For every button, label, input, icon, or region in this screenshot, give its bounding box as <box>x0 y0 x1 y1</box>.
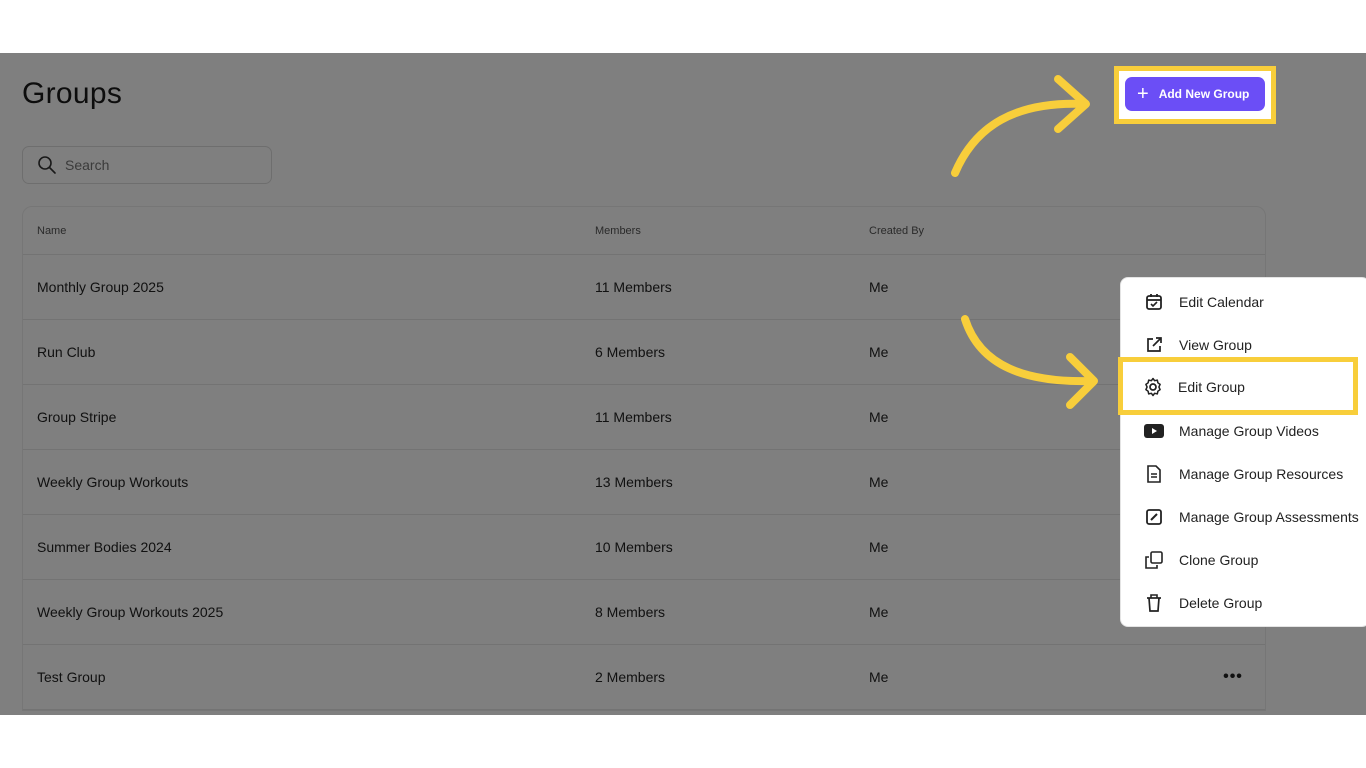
table-row[interactable]: Weekly Group Workouts 13 Members Me <box>23 450 1265 515</box>
search-icon <box>37 155 57 175</box>
group-created-by: Me <box>869 279 889 295</box>
video-icon <box>1143 420 1165 442</box>
group-created-by: Me <box>869 539 889 555</box>
page-title: Groups <box>22 77 123 110</box>
group-name[interactable]: Test Group <box>37 669 105 685</box>
add-new-group-button[interactable]: + Add New Group <box>1125 77 1265 111</box>
column-header-name[interactable]: Name <box>37 225 66 237</box>
copy-icon <box>1143 549 1165 571</box>
gear-icon <box>1142 376 1164 398</box>
menu-item-manage-group-assessments[interactable]: Manage Group Assessments <box>1121 498 1366 536</box>
group-members: 2 Members <box>595 669 666 685</box>
menu-item-label: Manage Group Assessments <box>1179 509 1359 525</box>
groups-table: Name Members Created By Monthly Group 20… <box>22 206 1266 711</box>
menu-item-edit-group[interactable]: Edit Group <box>1120 368 1356 406</box>
table-row[interactable]: Run Club 6 Members Me <box>23 320 1265 385</box>
menu-item-label: Edit Calendar <box>1179 294 1264 310</box>
row-actions-button[interactable]: ••• <box>1219 667 1247 687</box>
table-row[interactable]: Group Stripe 11 Members Me <box>23 385 1265 450</box>
search-box[interactable] <box>22 146 272 184</box>
menu-item-edit-calendar[interactable]: Edit Calendar <box>1121 283 1366 321</box>
external-link-icon <box>1143 334 1165 356</box>
menu-item-label: Delete Group <box>1179 595 1263 611</box>
group-name[interactable]: Weekly Group Workouts 2025 <box>37 604 223 620</box>
menu-item-manage-group-videos[interactable]: Manage Group Videos <box>1121 412 1366 450</box>
menu-item-label: View Group <box>1179 337 1252 353</box>
group-created-by: Me <box>869 604 889 620</box>
group-created-by: Me <box>869 409 889 425</box>
group-members: 6 Members <box>595 344 666 360</box>
group-name[interactable]: Monthly Group 2025 <box>37 279 164 295</box>
column-header-created-by[interactable]: Created By <box>869 225 924 237</box>
group-name[interactable]: Weekly Group Workouts <box>37 474 188 490</box>
menu-item-delete-group[interactable]: Delete Group <box>1121 584 1366 622</box>
group-actions-menu: Edit Calendar View Group Manage Group Vi… <box>1120 277 1366 627</box>
group-name[interactable]: Group Stripe <box>37 409 116 425</box>
menu-item-label: Clone Group <box>1179 552 1259 568</box>
plus-icon: + <box>1137 83 1149 105</box>
group-members: 8 Members <box>595 604 666 620</box>
table-row[interactable]: Summer Bodies 2024 10 Members Me <box>23 515 1265 580</box>
menu-item-label: Manage Group Resources <box>1179 466 1344 482</box>
menu-item-manage-group-resources[interactable]: Manage Group Resources <box>1121 455 1366 493</box>
trash-icon <box>1143 592 1165 614</box>
group-created-by: Me <box>869 669 889 685</box>
calendar-icon <box>1143 291 1165 313</box>
menu-item-clone-group[interactable]: Clone Group <box>1121 541 1366 579</box>
group-members: 13 Members <box>595 474 673 490</box>
menu-item-label: Manage Group Videos <box>1179 423 1319 439</box>
table-row[interactable]: Weekly Group Workouts 2025 8 Members Me <box>23 580 1265 645</box>
table-row[interactable]: Monthly Group 2025 11 Members Me <box>23 255 1265 320</box>
add-new-group-label: Add New Group <box>1158 87 1250 101</box>
app-screen: Groups Name Members Created By Monthly G… <box>0 53 1366 715</box>
table-row[interactable]: Test Group 2 Members Me ••• <box>23 645 1265 710</box>
column-header-members[interactable]: Members <box>595 225 641 237</box>
search-input[interactable] <box>65 157 245 173</box>
group-members: 11 Members <box>595 409 672 425</box>
document-icon <box>1143 463 1165 485</box>
group-created-by: Me <box>869 474 889 490</box>
edit-square-icon <box>1143 506 1165 528</box>
group-name[interactable]: Summer Bodies 2024 <box>37 539 172 555</box>
group-members: 10 Members <box>595 539 673 555</box>
menu-item-label: Edit Group <box>1178 379 1245 395</box>
annotation-arrow-add-group <box>951 75 1090 177</box>
group-created-by: Me <box>869 344 889 360</box>
table-header: Name Members Created By <box>23 207 1265 255</box>
group-name[interactable]: Run Club <box>37 344 95 360</box>
group-members: 11 Members <box>595 279 672 295</box>
